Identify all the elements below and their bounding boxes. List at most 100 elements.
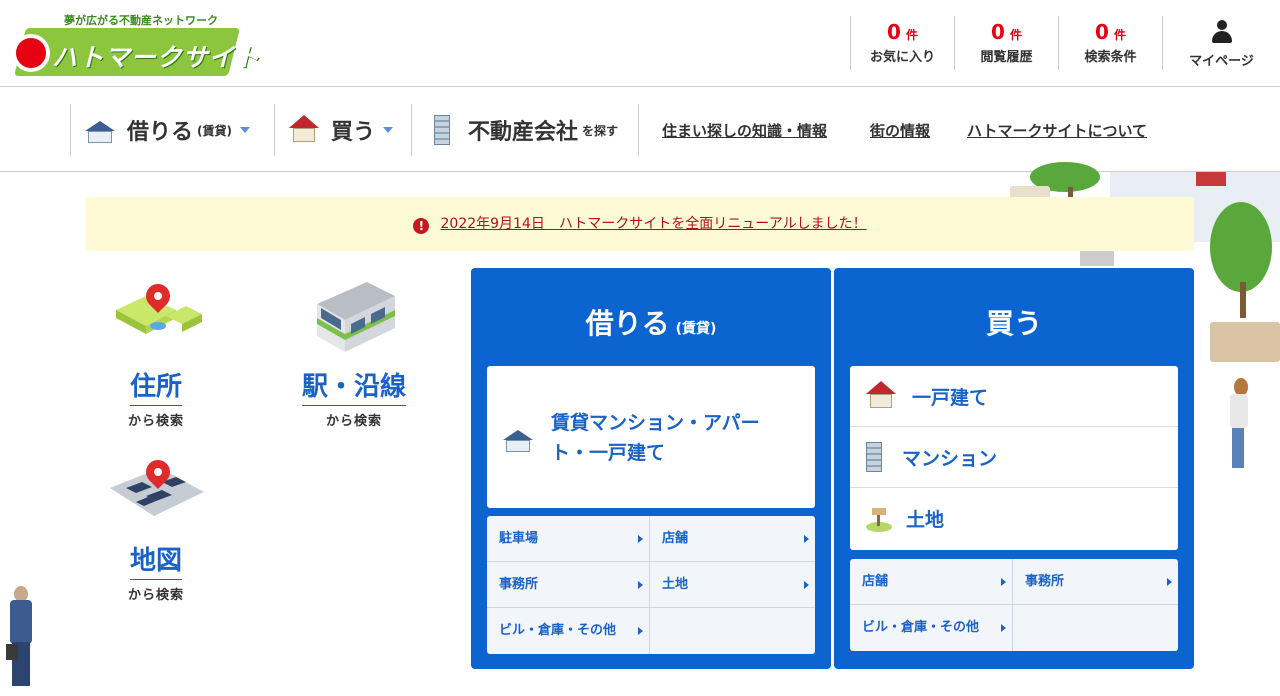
rent-main-card[interactable]: 賃貸マンション・アパート・一戸建て [487,366,815,508]
rent-land-link[interactable]: 土地 [650,562,815,608]
saved-search-unit: 件 [1114,28,1127,42]
favorites-label: お気に入り [869,50,935,65]
chevron-down-icon [383,127,394,133]
rent-office-label: 事務所 [499,577,539,592]
caret-right-icon [804,535,809,543]
search-address-label: 住所 [129,366,182,406]
rental-house-icon [503,424,535,452]
mypage-button[interactable]: マイページ [1162,16,1280,70]
rent-store-label: 店舗 [662,531,689,546]
buy-other-label: ビル・倉庫・その他 [862,620,980,635]
site-header: 夢が広がる不動産ネットワーク ハトマークサイト 0 件 お気に入り 0 件 閲覧… [0,0,1280,87]
nav-buy-label: 買う [331,120,376,145]
rent-sub-grid: 駐車場 店舗 事務所 土地 ビル・倉庫・その他 [487,516,815,654]
history-unit: 件 [1010,28,1023,42]
search-by-station[interactable]: 駅・沿線 から検索 [286,280,422,430]
rent-parking-label: 駐車場 [499,531,539,546]
search-station-label: 駅・沿線 [301,366,406,406]
rent-panel: 借りる (賃貸) 賃貸マンション・アパート・一戸建て 駐車場 店舗 事務所 土地 … [471,268,831,669]
rent-panel-title-sub: (賃貸) [675,321,717,337]
caret-right-icon [638,535,643,543]
awning-illustration [1196,172,1226,186]
rent-main-card-label: 賃貸マンション・アパート・一戸建て [551,412,760,464]
rental-house-icon [85,115,117,145]
rent-office-link[interactable]: 事務所 [487,562,650,608]
logo-text: ハトマークサイト [52,43,261,72]
global-nav: 借りる (賃貸) 買う 不動産会社 を探す 住まい探しの知識・情報 街の情報 ハ… [0,88,1280,172]
history-counter[interactable]: 0 件 閲覧履歴 [954,16,1058,70]
rent-store-link[interactable]: 店舗 [650,516,815,562]
buy-land-link[interactable]: 土地 [850,488,1178,549]
header-counters: 0 件 お気に入り 0 件 閲覧履歴 0 件 検索条件 マイページ [850,16,1280,70]
search-by-address[interactable]: 住所 から検索 [94,279,218,430]
buy-office-link[interactable]: 事務所 [1013,559,1178,605]
site-logo[interactable]: 夢が広がる不動産ネットワーク ハトマークサイト [12,12,260,78]
nav-rent-label: 借りる [127,120,194,145]
saved-search-counter[interactable]: 0 件 検索条件 [1058,16,1162,70]
buy-store-label: 店舗 [862,574,889,589]
favorites-count: 0 [886,20,901,44]
rent-other-label: ビル・倉庫・その他 [499,623,617,638]
rent-panel-title: 借りる (賃貸) [471,302,831,342]
planter-illustration [1210,322,1280,362]
building-icon [858,442,890,472]
caret-right-icon [1001,578,1006,586]
buy-panel: 買う 一戸建て マンション 土地 店舗 事務所 ビル・倉庫・その他 [834,268,1194,669]
rent-panel-title-text: 借りる [585,307,670,340]
dove-icon [12,34,50,72]
rent-land-label: 土地 [662,577,689,592]
house-icon [866,381,898,411]
trunk-illustration [1240,282,1246,318]
buy-mansion-label: マンション [902,447,998,470]
logo-tagline: 夢が広がる不動産ネットワーク [64,14,218,27]
nav-agency-label: 不動産会社 [468,120,579,145]
buy-mansion-link[interactable]: マンション [850,427,1178,488]
caret-right-icon [638,627,643,635]
search-by-map[interactable]: 地図 から検索 [94,452,218,603]
history-count: 0 [990,20,1005,44]
history-label: 閲覧履歴 [980,50,1033,65]
search-map-sub: から検索 [127,588,184,603]
rent-other-link[interactable]: ビル・倉庫・その他 [487,608,650,654]
nav-link-town[interactable]: 街の情報 [870,120,930,141]
favorites-unit: 件 [906,28,919,42]
caret-right-icon [1001,624,1006,632]
caret-right-icon [638,581,643,589]
search-address-sub: から検索 [127,414,184,429]
buy-sub-grid: 店舗 事務所 ビル・倉庫・その他 [850,559,1178,651]
buy-office-label: 事務所 [1025,574,1065,589]
tree-illustration [1210,202,1272,292]
rent-parking-link[interactable]: 駐車場 [487,516,650,562]
buy-panel-title: 買う [985,307,1042,340]
search-map-label: 地図 [129,540,182,580]
saved-search-count: 0 [1094,20,1109,44]
search-station-sub: から検索 [325,414,382,429]
buy-other-link[interactable]: ビル・倉庫・その他 [850,605,1013,651]
notice-bar: ! 2022年9月14日 ハトマークサイトを全面リニューアルしました！ [86,197,1194,251]
nav-link-knowledge[interactable]: 住まい探しの知識・情報 [662,120,827,141]
notice-link[interactable]: 2022年9月14日 ハトマークサイトを全面リニューアルしました！ [441,216,867,232]
nav-buy[interactable]: 買う [274,104,411,156]
buy-land-label: 土地 [906,509,945,531]
buy-house-link[interactable]: 一戸建て [850,366,1178,427]
nav-link-about[interactable]: ハトマークサイトについて [967,120,1147,141]
nav-agency[interactable]: 不動産会社 を探す [411,104,639,156]
nav-rent-sub: (賃貸) [197,123,232,138]
caret-right-icon [1167,578,1172,586]
businessman-illustration [6,586,40,688]
mypage-label: マイページ [1189,54,1254,69]
favorites-counter[interactable]: 0 件 お気に入り [850,16,954,70]
building-icon [426,115,458,145]
saved-search-label: 検索条件 [1084,50,1137,65]
chevron-down-icon [240,127,250,133]
buy-store-link[interactable]: 店舗 [850,559,1013,605]
user-icon [1211,20,1233,44]
train-icon [317,282,395,352]
nav-agency-sub: を探す [582,123,619,138]
land-sign-icon [864,504,896,534]
alert-icon: ! [413,218,430,234]
buy-main-card: 一戸建て マンション 土地 [850,366,1178,550]
caret-right-icon [804,581,809,589]
person-illustration [1232,428,1244,468]
nav-rent[interactable]: 借りる (賃貸) [70,104,274,156]
